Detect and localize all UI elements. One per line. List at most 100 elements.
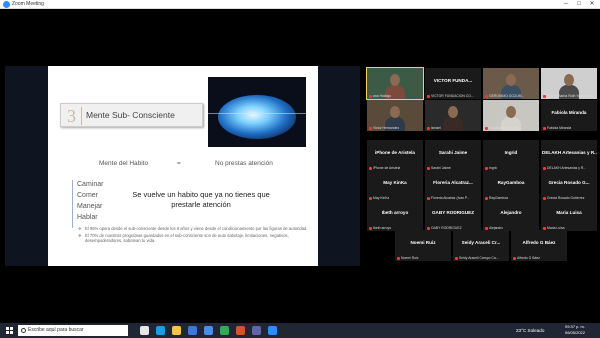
window-title: Zoom Meeting xyxy=(12,1,44,7)
participant-tile[interactable]: Fabiola Miranda Fabiola Miranda xyxy=(541,100,597,131)
search-icon xyxy=(21,328,26,333)
participant-name: RayGamboa xyxy=(497,180,525,185)
participant-name: Seidy Araceli Cr... xyxy=(461,240,501,245)
participant-name: Fabiola Miranda xyxy=(551,110,587,115)
participant-tile[interactable]: Alfredo G Báez Alfredo G Báez xyxy=(511,230,567,261)
participant-figure xyxy=(443,117,463,131)
participant-head xyxy=(390,106,400,118)
participant-name-tag: ismael xyxy=(427,126,441,130)
taskbar-search-box[interactable]: Escribe aquí para buscar xyxy=(18,325,128,336)
participant-name: Alejandro xyxy=(500,210,522,215)
minimize-button[interactable]: ─ xyxy=(560,0,572,9)
participant-tile[interactable]: Maria Luisa Maria Luisa xyxy=(541,200,597,231)
participant-name: Ibeth arroyo xyxy=(381,210,409,215)
participant-name: Maria Luisa xyxy=(556,210,582,215)
windows-taskbar: Escribe aquí para buscar 23°C Soleado 09… xyxy=(0,323,600,338)
store-icon[interactable] xyxy=(204,326,213,335)
participant-tile[interactable]: ana Hidalgo xyxy=(366,67,424,100)
participant-tile[interactable]: Noemi Ruiz Noemi Ruiz xyxy=(395,230,451,261)
slide-bullet: El 70% de nuestros programas guardados e… xyxy=(78,233,310,244)
participant-tile[interactable]: Alejandro Alejandro xyxy=(483,200,539,231)
participant-name-tag: Noemi Ruiz xyxy=(397,256,419,260)
brain-image xyxy=(208,77,306,147)
participant-tile[interactable]: Ingrid Ingrid xyxy=(483,140,539,171)
participant-tile[interactable]: RayGamboa RayGamboa xyxy=(483,170,539,201)
participant-name: Noemi Ruiz xyxy=(410,240,436,245)
participant-name: Ingrid xyxy=(504,150,518,155)
participant-tile[interactable]: ismael xyxy=(425,100,481,131)
slide-header-number: 3 xyxy=(67,106,76,126)
participant-name-tag: Fabiola Miranda xyxy=(543,126,571,130)
slide-header-title: Mente Sub- Consciente xyxy=(86,110,175,120)
habit-right-text: No prestas atención xyxy=(215,160,273,167)
close-button[interactable]: ✕ xyxy=(586,0,598,9)
slide-bullet: El 95% opera desde el sub-consciente des… xyxy=(78,226,310,232)
shared-screen: 3 Mente Sub- Consciente Mente del Habito… xyxy=(5,66,360,266)
participant-name: DELAKH Artesanias y R... xyxy=(542,150,597,155)
verb-item: Manejar xyxy=(77,203,103,210)
participant-name: Floreria Alcatraz... xyxy=(433,180,473,185)
participant-tile[interactable]: Fundación Cozumel xyxy=(483,100,539,131)
participant-tile[interactable]: GERONIMO GOZUM... xyxy=(483,68,539,99)
participant-tile[interactable]: DELAKH Artesanias y R... DELAKH Artesania… xyxy=(541,140,597,171)
zoom-app-icon xyxy=(3,1,10,8)
participant-tile[interactable]: GABY RODRIGUEZ GABY RODRIGUEZ xyxy=(425,200,481,231)
participant-tile[interactable]: Seidy Araceli Cr... Seidy Araceli Crespo … xyxy=(453,230,509,261)
participant-tile[interactable]: iPhone de Aristela iPhone de Aristela xyxy=(367,140,423,171)
verb-item: Comer xyxy=(77,192,99,199)
maximize-button[interactable]: □ xyxy=(573,0,585,9)
brain-glow xyxy=(218,95,296,139)
participant-tile[interactable]: Valeria Barba Ruth Yoves Vaz... xyxy=(541,68,597,99)
participant-tile[interactable]: Ibeth arroyo Ibeth arroyo xyxy=(367,200,423,231)
window-titlebar: Zoom Meeting ─ □ ✕ xyxy=(0,0,600,9)
file-explorer-icon[interactable] xyxy=(172,326,181,335)
zoom-icon[interactable] xyxy=(268,326,277,335)
participant-name: Alfredo G Báez xyxy=(522,240,556,245)
participant-name: May KinKa xyxy=(383,180,407,185)
habit-equals: = xyxy=(177,160,181,167)
edge-icon[interactable] xyxy=(156,326,165,335)
participant-name-tag: Fundación Cozumel xyxy=(485,126,519,130)
slide-header-divider xyxy=(81,107,82,125)
participant-tile[interactable]: Victor Hernandez xyxy=(367,100,423,131)
participant-tile[interactable]: Floreria Alcatraz... Floreria Alcatraz (I… xyxy=(425,170,481,201)
participant-name-tag: ana Hidalgo xyxy=(369,94,391,98)
participant-head xyxy=(506,106,516,118)
verb-item: Caminar xyxy=(77,181,104,188)
participant-head xyxy=(564,74,574,86)
participant-head xyxy=(390,74,400,86)
participant-name: VICTOR FUNDA... xyxy=(433,78,473,83)
participant-tile[interactable]: Grecia Rosado G... Grecia Rosado Gutierre… xyxy=(541,170,597,201)
participant-tile[interactable]: VICTOR FUNDA... VICTOR FUNDACION CO... xyxy=(425,68,481,99)
participant-tile[interactable]: May KinKa May KinKa xyxy=(367,170,423,201)
taskbar-search-placeholder: Escribe aquí para buscar xyxy=(28,327,84,333)
screen: Zoom Meeting ─ □ ✕ 3 Mente Sub- Conscien… xyxy=(0,0,600,338)
participant-name-tag: Alfredo G Báez xyxy=(513,256,540,260)
participant-name-tag: VICTOR FUNDACION CO... xyxy=(427,94,474,98)
slide-header-box: 3 Mente Sub- Consciente xyxy=(60,103,203,127)
presentation-slide: 3 Mente Sub- Consciente Mente del Habito… xyxy=(48,66,318,266)
participant-name: Sarahi Jaime xyxy=(438,150,468,155)
verb-item: Hablar xyxy=(77,214,98,221)
weather-text[interactable]: 23°C Soleado xyxy=(516,327,544,334)
slide-main-statement: Se vuelve un habito que ya no tienes que… xyxy=(132,190,270,209)
powerpoint-icon[interactable] xyxy=(236,326,245,335)
participant-gallery: ana Hidalgo VICTOR FUNDA... VICTOR FUNDACI… xyxy=(366,60,597,280)
water-line xyxy=(208,113,306,114)
participant-name: Grecia Rosado G... xyxy=(548,180,590,185)
participant-name: GABY RODRIGUEZ xyxy=(431,210,475,215)
windows-start-icon[interactable] xyxy=(6,327,13,334)
clock-date: 06/05/2022 xyxy=(564,330,586,335)
habit-left-text: Mente del Habito xyxy=(99,160,149,167)
participant-head xyxy=(448,106,458,118)
teams-icon[interactable] xyxy=(252,326,261,335)
participant-tile[interactable]: Sarahi Jaime Sarahi Jaime xyxy=(425,140,481,171)
participant-name-tag: Victor Hernandez xyxy=(369,126,399,130)
participant-head xyxy=(506,74,516,86)
taskbar-clock[interactable]: 09:37 p. m. 06/05/2022 xyxy=(561,324,589,336)
task-view-icon[interactable] xyxy=(140,326,149,335)
participant-name-tag: Ibeth arroyo xyxy=(369,226,391,230)
participant-name-tag: Valeria Barba Ruth Yoves Vaz... xyxy=(543,94,595,98)
chrome-icon[interactable] xyxy=(220,326,229,335)
mail-icon[interactable] xyxy=(188,326,197,335)
